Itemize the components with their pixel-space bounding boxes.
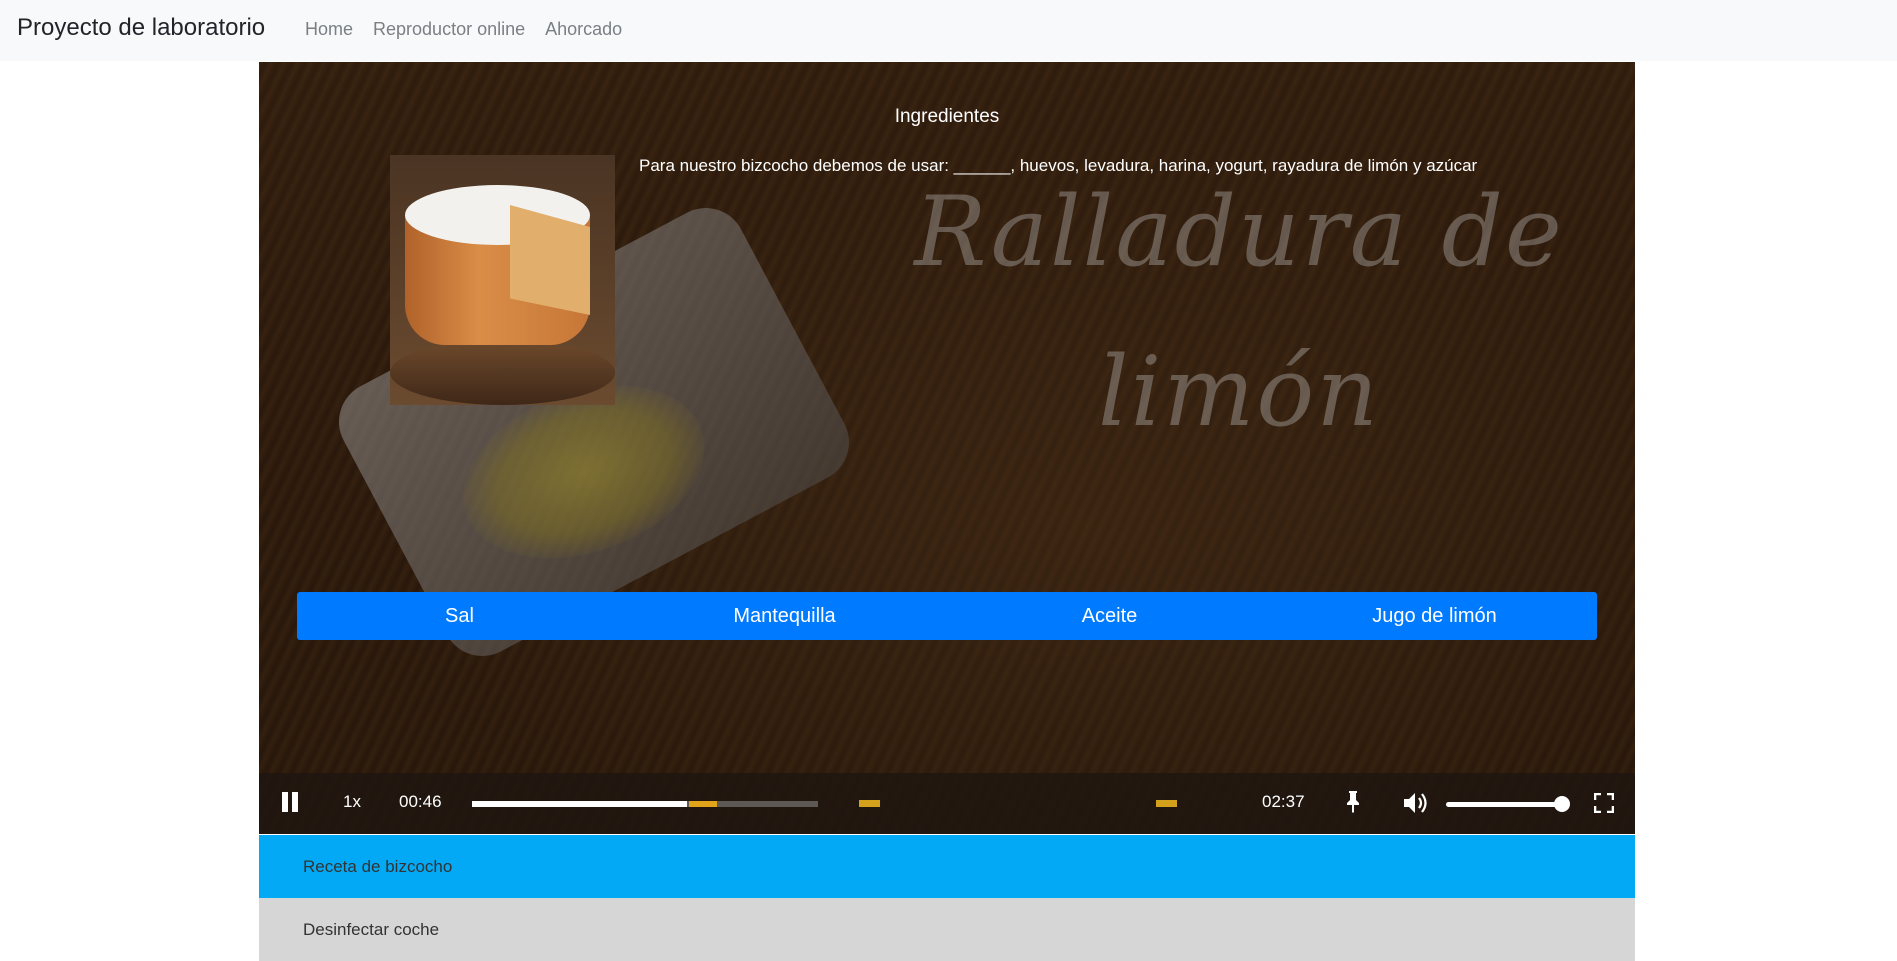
navbar-brand[interactable]: Proyecto de laboratorio bbox=[17, 14, 265, 42]
option-jugo-button[interactable]: Jugo de limón bbox=[1272, 592, 1597, 640]
nav-link-ahorcado[interactable]: Ahorcado bbox=[545, 19, 622, 40]
option-sal-button[interactable]: Sal bbox=[297, 592, 622, 640]
playlist-item[interactable]: Desinfectar coche bbox=[259, 898, 1635, 961]
progress-played bbox=[472, 801, 687, 807]
answer-options: Sal Mantequilla Aceite Jugo de limón bbox=[297, 592, 1597, 640]
video-player[interactable]: Ralladura de limón Ingredientes Para nue… bbox=[259, 62, 1635, 834]
question-marker[interactable] bbox=[859, 800, 880, 807]
progress-bar[interactable] bbox=[472, 801, 818, 807]
player-controls: 1x 00:46 02:37 bbox=[259, 773, 1635, 834]
video-caption-line1: Ralladura de bbox=[914, 176, 1564, 288]
nav-link-reproductor[interactable]: Reproductor online bbox=[373, 19, 525, 40]
current-time: 00:46 bbox=[399, 792, 442, 811]
video-caption-line2: limón bbox=[1097, 336, 1381, 448]
pause-icon[interactable] bbox=[280, 792, 300, 814]
volume-slider[interactable] bbox=[1446, 802, 1558, 807]
cake-image bbox=[390, 155, 615, 405]
progress-question-marker bbox=[689, 801, 717, 807]
video-caption: Ralladura de limón bbox=[889, 152, 1589, 472]
navbar: Proyecto de laboratorio Home Reproductor… bbox=[0, 0, 1897, 61]
playlist: Receta de bizcocho Desinfectar coche bbox=[259, 835, 1635, 961]
playback-speed-button[interactable]: 1x bbox=[343, 792, 361, 812]
total-time: 02:37 bbox=[1262, 792, 1305, 811]
pin-icon[interactable] bbox=[1345, 791, 1361, 813]
question-title: Ingredientes bbox=[894, 106, 1000, 127]
nav-links: Home Reproductor online Ahorcado bbox=[305, 19, 622, 40]
playlist-item[interactable]: Receta de bizcocho bbox=[259, 835, 1635, 898]
option-aceite-button[interactable]: Aceite bbox=[947, 592, 1272, 640]
question-marker[interactable] bbox=[1156, 800, 1177, 807]
volume-slider-thumb[interactable] bbox=[1554, 796, 1570, 812]
nav-link-home[interactable]: Home bbox=[305, 19, 353, 40]
volume-icon[interactable] bbox=[1402, 790, 1430, 816]
fullscreen-icon[interactable] bbox=[1593, 792, 1615, 814]
question-text: Para nuestro bizcocho debemos de usar: _… bbox=[639, 156, 1478, 175]
option-mantequilla-button[interactable]: Mantequilla bbox=[622, 592, 947, 640]
